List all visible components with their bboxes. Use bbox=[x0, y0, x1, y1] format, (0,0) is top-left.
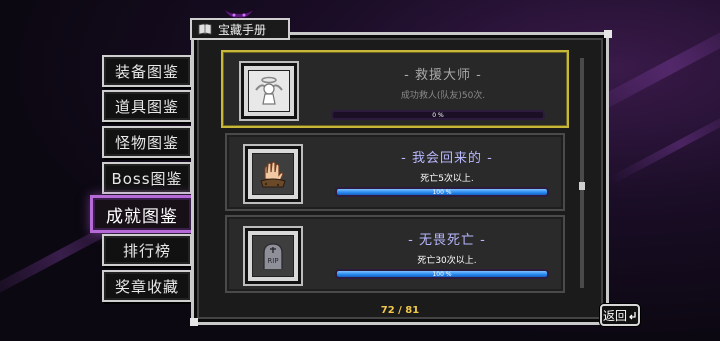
sidebar-item-monsters[interactable]: 怪物图鉴 bbox=[102, 126, 192, 158]
achievement-title: - 无畏死亡 - bbox=[408, 233, 486, 248]
background-streak bbox=[607, 102, 720, 186]
sidebar-item-label: 装备图鉴 bbox=[114, 62, 179, 81]
angel-icon bbox=[248, 70, 290, 112]
sidebar-item-label: 奖章收藏 bbox=[114, 277, 179, 296]
progress-label: 0 % bbox=[432, 112, 444, 119]
achievement-icon-frame bbox=[241, 63, 297, 119]
achievement-list: - 救援大师 - 成功救人(队友)50次. 0 % - 我会回来的 - 死亡5次… bbox=[217, 46, 571, 295]
return-arrow-icon bbox=[629, 311, 636, 319]
sidebar-item-label: 怪物图鉴 bbox=[114, 133, 179, 152]
sidebar-item-label: Boss图鉴 bbox=[111, 169, 183, 188]
achievement-progress-bar: 100 % bbox=[335, 269, 549, 279]
book-icon bbox=[198, 23, 212, 35]
achievement-icon-frame: RIP bbox=[245, 228, 301, 284]
achievement-card[interactable]: - 我会回来的 - 死亡5次以上. 100 % bbox=[225, 133, 565, 211]
achievement-progress-bar: 100 % bbox=[335, 187, 549, 197]
achievement-description: 死亡5次以上. bbox=[420, 174, 474, 184]
achievement-title: - 我会回来的 - bbox=[401, 151, 493, 166]
achievement-description: 成功救人(队友)50次. bbox=[400, 91, 486, 101]
sidebar-item-label: 排行榜 bbox=[122, 241, 171, 260]
hand-from-ground-icon bbox=[252, 153, 294, 195]
sidebar-item-label: 成就图鉴 bbox=[106, 206, 178, 227]
progress-label: 100 % bbox=[432, 271, 452, 278]
achievement-progress-bar: 0 % bbox=[331, 110, 545, 120]
scrollbar-track[interactable] bbox=[580, 58, 584, 288]
achievement-card[interactable]: RIP - 无畏死亡 - 死亡30次以上. 100 % bbox=[225, 215, 565, 293]
rip-tombstone-icon: RIP bbox=[252, 235, 294, 277]
back-button[interactable]: 返回 bbox=[600, 304, 640, 326]
panel-corner bbox=[604, 30, 612, 38]
sidebar-item-leaderboard[interactable]: 排行榜 bbox=[102, 234, 192, 266]
svg-text:RIP: RIP bbox=[267, 257, 278, 265]
sidebar-item-achievements[interactable]: 成就图鉴 bbox=[90, 195, 194, 233]
sidebar-item-boss[interactable]: Boss图鉴 bbox=[102, 162, 192, 194]
page-counter: 72 / 81 bbox=[380, 305, 420, 316]
achievement-title: - 救援大师 - bbox=[404, 68, 482, 83]
panel-corner bbox=[190, 318, 198, 326]
window-title: 宝藏手册 bbox=[218, 22, 267, 37]
sidebar-item-items[interactable]: 道具图鉴 bbox=[102, 90, 192, 122]
achievement-card[interactable]: - 救援大师 - 成功救人(队友)50次. 0 % bbox=[221, 50, 569, 128]
sidebar-item-equipment[interactable]: 装备图鉴 bbox=[102, 55, 192, 87]
window-title-tab: 宝藏手册 bbox=[190, 18, 290, 40]
progress-label: 100 % bbox=[432, 189, 452, 196]
scrollbar-thumb[interactable] bbox=[579, 182, 585, 190]
achievement-description: 死亡30次以上. bbox=[417, 256, 477, 266]
sidebar-item-label: 道具图鉴 bbox=[114, 97, 179, 116]
sidebar-item-medals[interactable]: 奖章收藏 bbox=[102, 270, 192, 302]
achievement-icon-frame bbox=[245, 146, 301, 202]
back-button-label: 返回 bbox=[602, 308, 627, 323]
